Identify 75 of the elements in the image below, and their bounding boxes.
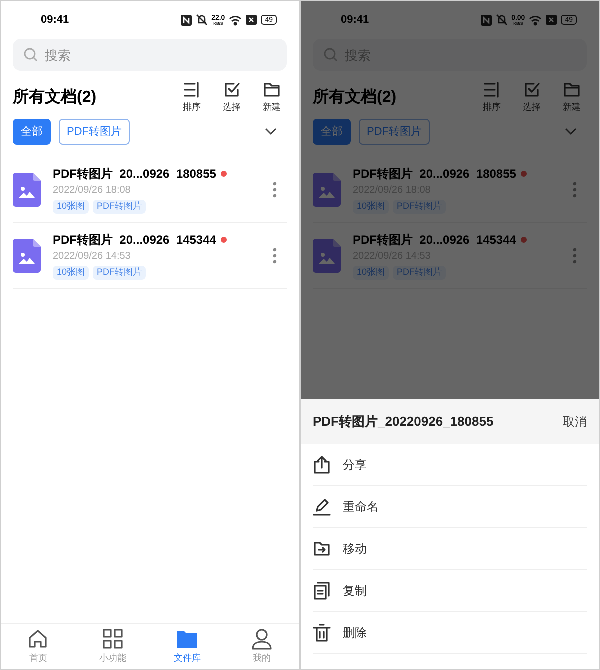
- sheet-title: PDF转图片_20220926_180855: [313, 412, 494, 431]
- file-name: PDF转图片_20...0926_180855: [353, 166, 516, 184]
- wifi-icon: [229, 14, 242, 26]
- muted-bell-icon: [496, 14, 508, 26]
- grid-icon: [102, 628, 124, 650]
- more-icon[interactable]: [573, 248, 577, 264]
- trash-icon: [313, 624, 331, 642]
- sheet-menu-item[interactable]: 分享: [313, 444, 587, 486]
- file-row[interactable]: PDF转图片_20...0926_145344 2022/09/26 14:53 10张图 PDF转图片: [13, 223, 287, 289]
- status-time: 09:41: [41, 12, 70, 28]
- pencil-icon: [313, 498, 331, 516]
- file-name: PDF转图片_20...0926_180855: [53, 166, 216, 184]
- file-tag: PDF转图片: [393, 200, 446, 214]
- sim-off-icon: [246, 15, 258, 25]
- image-file-icon: [13, 172, 41, 206]
- muted-bell-icon: [196, 14, 208, 26]
- nav-tab[interactable]: 首页: [1, 624, 76, 669]
- more-icon[interactable]: [573, 182, 577, 198]
- page-title: 所有文档(2): [13, 87, 97, 108]
- file-tag: PDF转图片: [393, 266, 446, 280]
- sheet-menu-item[interactable]: 复制: [313, 570, 587, 612]
- sort-icon: [483, 81, 501, 100]
- cancel-button[interactable]: 取消: [563, 412, 587, 430]
- page-title: 所有文档(2): [313, 87, 397, 108]
- file-name: PDF转图片_20...0926_145344: [53, 232, 216, 250]
- filter-chip[interactable]: PDF转图片: [359, 119, 430, 145]
- file-date: 2022/09/26 14:53: [53, 250, 132, 264]
- image-file-icon: [313, 238, 341, 272]
- file-tag: PDF转图片: [93, 266, 146, 280]
- nav-tab[interactable]: 小功能: [76, 624, 150, 669]
- nav-tab[interactable]: 我的: [224, 624, 299, 669]
- toolbar-button[interactable]: 排序: [183, 81, 201, 115]
- more-icon[interactable]: [273, 248, 277, 264]
- toolbar-button[interactable]: 排序: [483, 81, 501, 115]
- copy-icon: [313, 582, 331, 600]
- sheet-menu-item[interactable]: 删除: [313, 612, 587, 654]
- chevron-down-icon[interactable]: [265, 128, 277, 136]
- checkbox-icon: [523, 81, 541, 100]
- wifi-icon: [529, 14, 542, 26]
- search-icon: [24, 48, 38, 62]
- nfc-icon: [180, 14, 192, 26]
- file-tag: 10张图: [53, 266, 90, 280]
- status-time: 09:41: [341, 12, 370, 28]
- filter-chip[interactable]: PDF转图片: [59, 119, 130, 145]
- file-row[interactable]: PDF转图片_20...0926_180855 2022/09/26 18:08 10张图 PDF转图片: [13, 157, 287, 223]
- filter-chip[interactable]: 全部: [313, 119, 351, 145]
- checkbox-icon: [223, 81, 241, 100]
- sheet-menu-item[interactable]: 移动: [313, 528, 587, 570]
- image-file-icon: [13, 238, 41, 272]
- filter-chip[interactable]: 全部: [13, 119, 51, 145]
- toolbar-button[interactable]: 选择: [523, 81, 541, 115]
- nav-tab[interactable]: 文件库: [150, 624, 224, 669]
- folder-icon: [563, 81, 581, 100]
- search-field[interactable]: 搜索: [13, 39, 287, 71]
- share-icon: [313, 456, 331, 474]
- file-tag: PDF转图片: [93, 200, 146, 214]
- search-icon: [324, 48, 338, 62]
- file-name: PDF转图片_20...0926_145344: [353, 232, 516, 250]
- more-icon[interactable]: [273, 182, 277, 198]
- toolbar-button[interactable]: 新建: [563, 81, 581, 115]
- file-tag: 10张图: [353, 200, 390, 214]
- toolbar-button[interactable]: 新建: [263, 81, 281, 115]
- sort-icon: [183, 81, 201, 100]
- file-tag: 10张图: [53, 200, 90, 214]
- file-tag: 10张图: [353, 266, 390, 280]
- user-icon: [250, 628, 273, 650]
- sheet-menu-item[interactable]: 重命名: [313, 486, 587, 528]
- file-date: 2022/09/26 18:08: [53, 184, 132, 198]
- toolbar-button[interactable]: 选择: [223, 81, 241, 115]
- folder-arrow-icon: [313, 540, 331, 558]
- home-icon: [27, 628, 50, 650]
- folder-icon: [263, 81, 281, 100]
- image-file-icon: [313, 172, 341, 206]
- sim-off-icon: [546, 15, 558, 25]
- nfc-icon: [480, 14, 492, 26]
